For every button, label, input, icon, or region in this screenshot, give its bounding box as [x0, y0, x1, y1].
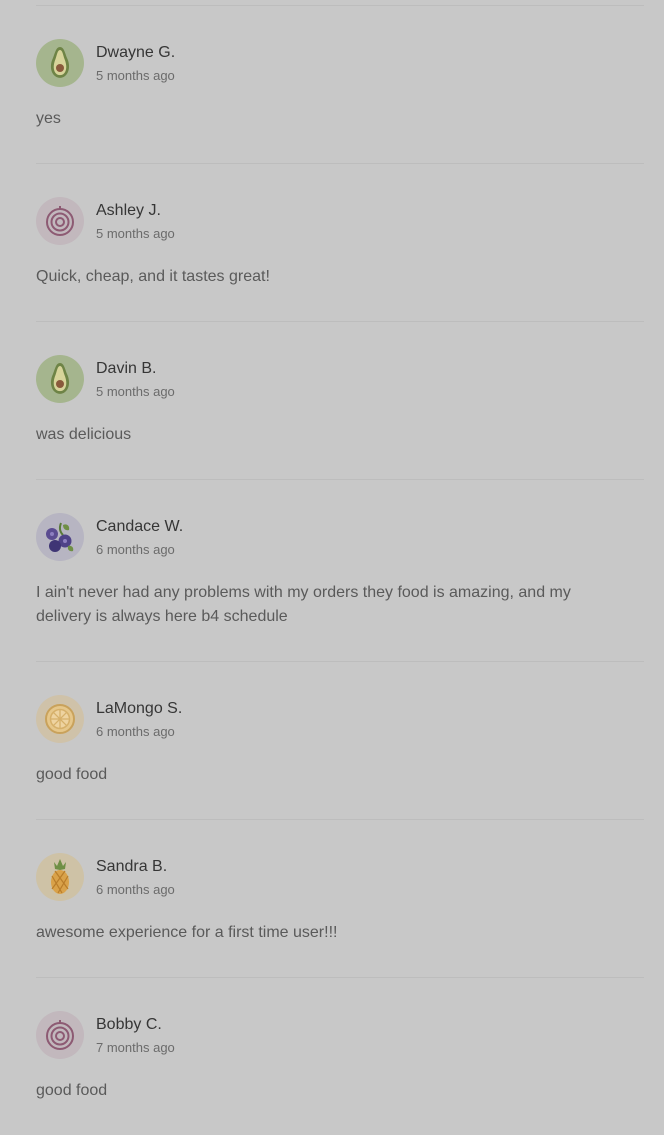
review-item: LaMongo S. 6 months ago good food [36, 662, 644, 819]
review-meta: Dwayne G. 5 months ago [96, 43, 175, 84]
avatar [36, 355, 84, 403]
review-meta: LaMongo S. 6 months ago [96, 699, 182, 740]
citrus-icon [44, 703, 76, 735]
blueberry-icon [43, 519, 77, 555]
review-text: yes [36, 110, 61, 127]
review-item: Candace W. 6 months ago I ain't never ha… [36, 480, 644, 661]
avatar [36, 39, 84, 87]
review-time: 5 months ago [96, 67, 175, 83]
review-header: Candace W. 6 months ago [36, 480, 644, 561]
reviewer-name: Candace W. [96, 517, 184, 535]
review-time: 6 months ago [96, 541, 175, 557]
avocado-icon [47, 45, 73, 81]
review-item: Ashley J. 5 months ago Quick, cheap, and… [36, 164, 644, 321]
pineapple-icon [47, 858, 73, 896]
review-text: good food [36, 766, 108, 783]
reviewer-name: Bobby C. [96, 1015, 162, 1033]
review-meta: Ashley J. 5 months ago [96, 201, 175, 242]
review-meta: Bobby C. 7 months ago [96, 1015, 175, 1056]
reviewer-name: Ashley J. [96, 201, 161, 219]
review-item: Bobby C. 7 months ago good food [36, 978, 644, 1135]
avatar [36, 1011, 84, 1059]
review-header: LaMongo S. 6 months ago [36, 662, 644, 743]
avatar [36, 197, 84, 245]
review-header: Bobby C. 7 months ago [36, 978, 644, 1059]
review-text: awesome experience for a first time user… [36, 924, 338, 941]
review-meta: Davin B. 5 months ago [96, 359, 175, 400]
review-time: 5 months ago [96, 383, 175, 399]
review-text: good food [36, 1082, 108, 1099]
review-time: 6 months ago [96, 723, 175, 739]
reviewer-name: Dwayne G. [96, 43, 176, 61]
avatar [36, 695, 84, 743]
avatar [36, 513, 84, 561]
review-meta: Sandra B. 6 months ago [96, 857, 175, 898]
review-item: Sandra B. 6 months ago awesome experienc… [36, 820, 644, 977]
reviewer-name: LaMongo S. [96, 699, 183, 717]
review-header: Ashley J. 5 months ago [36, 164, 644, 245]
review-time: 6 months ago [96, 881, 175, 897]
reviewer-name: Sandra B. [96, 857, 168, 875]
onion-icon [45, 205, 75, 237]
reviews-page: Dwayne G. 5 months ago yes Ashley J. 5 m… [0, 0, 664, 1119]
review-item: Davin B. 5 months ago was delicious [36, 322, 644, 479]
review-header: Davin B. 5 months ago [36, 322, 644, 403]
review-text: Quick, cheap, and it tastes great! [36, 268, 270, 285]
reviewer-name: Davin B. [96, 359, 157, 377]
onion-icon [45, 1019, 75, 1051]
review-time: 5 months ago [96, 225, 175, 241]
review-time: 7 months ago [96, 1039, 175, 1055]
avatar [36, 853, 84, 901]
reviews-list: Dwayne G. 5 months ago yes Ashley J. 5 m… [36, 0, 644, 1135]
review-text: I ain't never had any problems with my o… [36, 584, 571, 625]
review-header: Sandra B. 6 months ago [36, 820, 644, 901]
avocado-icon [47, 361, 73, 397]
review-header: Dwayne G. 5 months ago [36, 6, 644, 87]
review-meta: Candace W. 6 months ago [96, 517, 183, 558]
review-text: was delicious [36, 426, 132, 443]
review-item: Dwayne G. 5 months ago yes [36, 6, 644, 163]
